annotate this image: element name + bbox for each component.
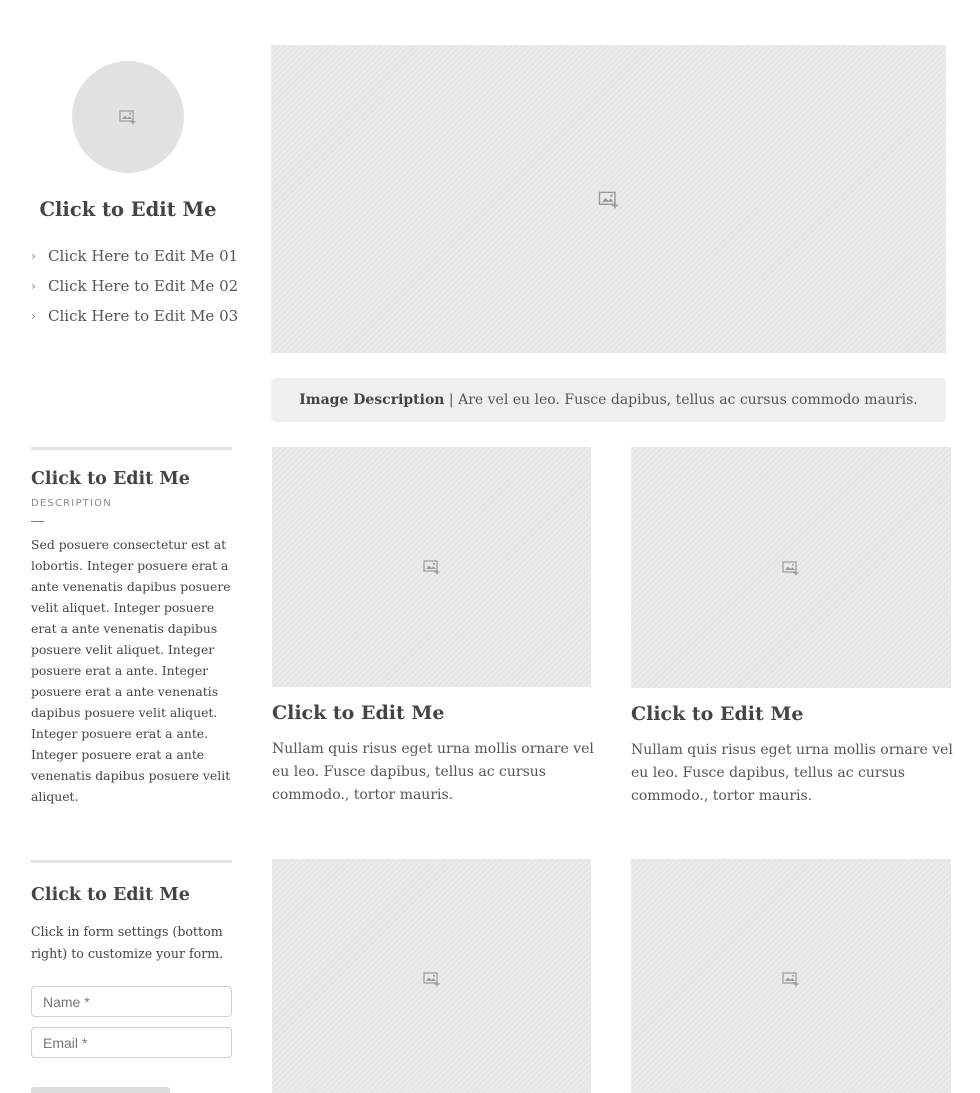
profile-link-label[interactable]: Click Here to Edit Me 01 [48,247,238,265]
card-image-placeholder[interactable] [272,447,591,687]
section-divider [31,447,232,450]
chevron-right-icon: › [31,279,36,293]
image-add-icon [782,560,800,576]
image-add-icon [782,971,800,987]
profile-link[interactable]: › Click Here to Edit Me 03 [31,301,238,331]
card-image-placeholder[interactable] [272,859,591,1093]
caption-label: Image Description [299,392,445,408]
image-add-icon [423,971,441,987]
contact-title[interactable]: Click to Edit Me [31,885,231,905]
card-image-placeholder[interactable] [631,859,951,1093]
about-title[interactable]: Click to Edit Me [31,469,231,489]
chevron-right-icon: › [31,309,36,323]
profile-link-label[interactable]: Click Here to Edit Me 02 [48,277,238,295]
profile-link[interactable]: › Click Here to Edit Me 02 [31,271,238,301]
profile-link[interactable]: › Click Here to Edit Me 01 [31,241,238,271]
image-description-caption[interactable]: Image Description | Are vel eu leo. Fusc… [271,378,946,422]
dash-divider [31,521,44,522]
card-body[interactable]: Nullam quis risus eget urna mollis ornar… [272,738,594,807]
profile-avatar-placeholder[interactable] [72,61,184,173]
profile-link-label[interactable]: Click Here to Edit Me 03 [48,307,238,325]
name-field[interactable] [31,986,232,1017]
caption-text: Are vel eu leo. Fusce dapibus, tellus ac… [458,392,918,408]
image-add-icon [119,109,137,125]
form-instructions: Click in form settings (bottom right) to… [31,924,224,961]
card-image-placeholder[interactable] [631,447,951,688]
hero-image-placeholder[interactable] [271,45,946,353]
profile-title[interactable]: Click to Edit Me [28,198,228,221]
card-title[interactable]: Click to Edit Me [631,703,803,725]
card-body[interactable]: Nullam quis risus eget urna mollis ornar… [631,739,953,808]
chevron-right-icon: › [31,249,36,263]
email-field[interactable] [31,1027,232,1058]
card-title[interactable]: Click to Edit Me [272,702,444,724]
caption-separator: | [444,392,459,408]
profile-link-list: › Click Here to Edit Me 01 › Click Here … [31,241,238,331]
image-add-icon [598,190,620,209]
about-description[interactable]: Sed posuere consectetur est at lobortis.… [31,534,236,807]
about-subtitle: DESCRIPTION [31,498,112,509]
section-divider [31,860,232,863]
image-add-icon [423,559,441,575]
submit-button[interactable] [31,1087,170,1093]
